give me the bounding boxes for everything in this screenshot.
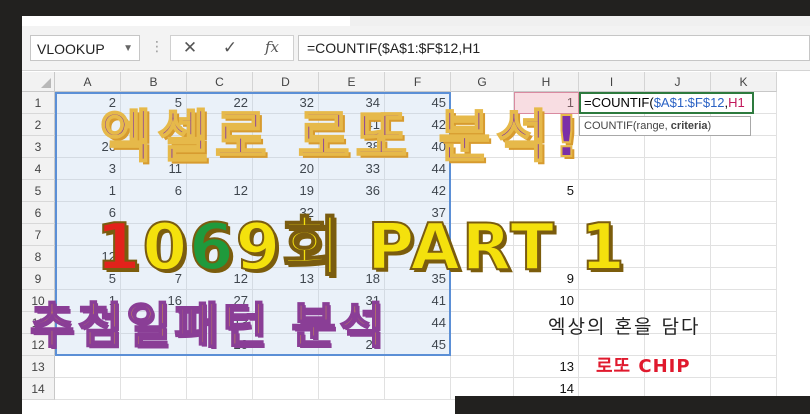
select-all-button[interactable] xyxy=(22,72,55,92)
row-header-2[interactable]: 2 xyxy=(22,114,55,136)
overlay-slogan: 엑상의 혼을 담다 xyxy=(548,316,701,338)
cell-b13[interactable] xyxy=(121,356,187,378)
column-header-g[interactable]: G xyxy=(451,72,514,92)
row-header-7[interactable]: 7 xyxy=(22,224,55,246)
insert-function-icon[interactable]: fx xyxy=(257,38,287,56)
cell-f12[interactable]: 45 xyxy=(385,334,451,356)
cancel-icon[interactable]: ✕ xyxy=(175,38,205,58)
cell-k8[interactable] xyxy=(711,246,777,268)
row-header-4[interactable]: 4 xyxy=(22,158,55,180)
cell-c13[interactable] xyxy=(187,356,253,378)
cell-d14[interactable] xyxy=(253,378,319,400)
more-options-icon[interactable]: ⋮ xyxy=(150,38,164,55)
name-box[interactable]: VLOOKUP ▼ xyxy=(30,35,140,61)
title-digit-9: 9 xyxy=(235,210,283,286)
formula-buttons: ✕ ✓ fx xyxy=(170,35,294,61)
cell-f10[interactable]: 41 xyxy=(385,290,451,312)
row-header-1[interactable]: 1 xyxy=(22,92,55,114)
column-header-i[interactable]: I xyxy=(579,72,645,92)
title-digit-0: 0 xyxy=(142,210,190,286)
formula-prefix: =COUNTIF( xyxy=(584,95,654,110)
title-line2-rest: 회 PART 1 xyxy=(281,210,627,286)
tooltip-start: COUNTIF(range, xyxy=(584,120,671,132)
row-header-14[interactable]: 14 xyxy=(22,378,55,400)
cell-j8[interactable] xyxy=(645,246,711,268)
column-header-h[interactable]: H xyxy=(514,72,579,92)
cell-f11[interactable]: 44 xyxy=(385,312,451,334)
cell-j9[interactable] xyxy=(645,268,711,290)
tooltip-end: ) xyxy=(707,120,712,132)
row-header-6[interactable]: 6 xyxy=(22,202,55,224)
cell-j10[interactable] xyxy=(645,290,711,312)
cell-i4[interactable] xyxy=(579,158,645,180)
cell-k5[interactable] xyxy=(711,180,777,202)
chevron-down-icon[interactable]: ▼ xyxy=(123,36,133,62)
cell-k10[interactable] xyxy=(711,290,777,312)
column-header-a[interactable]: A xyxy=(55,72,121,92)
cell-g10[interactable] xyxy=(451,290,514,312)
row-header-5[interactable]: 5 xyxy=(22,180,55,202)
cell-k12[interactable] xyxy=(711,334,777,356)
column-header-j[interactable]: J xyxy=(645,72,711,92)
cell-k6[interactable] xyxy=(711,202,777,224)
cell-k7[interactable] xyxy=(711,224,777,246)
column-header-e[interactable]: E xyxy=(319,72,385,92)
overlay-title-line3: 추첨일패턴 분석 xyxy=(29,297,388,355)
cell-d13[interactable] xyxy=(253,356,319,378)
cell-g11[interactable] xyxy=(451,312,514,334)
column-header-d[interactable]: D xyxy=(253,72,319,92)
function-tooltip: COUNTIF(range, criteria) xyxy=(579,116,751,136)
cell-j5[interactable] xyxy=(645,180,711,202)
name-box-value: VLOOKUP xyxy=(37,41,105,57)
cell-i3[interactable] xyxy=(579,136,645,158)
title-digit-1: 1 xyxy=(95,210,143,286)
overlay-title-line1: 엑셀로 로또 분석! xyxy=(99,104,586,171)
cell-f14[interactable] xyxy=(385,378,451,400)
cell-e13[interactable] xyxy=(319,356,385,378)
column-header-c[interactable]: C xyxy=(187,72,253,92)
title-digit-6: 6 xyxy=(188,210,236,286)
tooltip-bold: criteria xyxy=(670,120,708,132)
enter-icon[interactable]: ✓ xyxy=(215,38,245,58)
cell-k4[interactable] xyxy=(711,158,777,180)
window-top-strip xyxy=(350,16,810,26)
row-header-8[interactable]: 8 xyxy=(22,246,55,268)
overlay-title-line2: 1069회 PART 1 xyxy=(95,196,627,288)
formula-bar: VLOOKUP ▼ ⋮ ✕ ✓ fx =COUNTIF($A$1:$F$12,H… xyxy=(22,26,810,71)
cell-k13[interactable] xyxy=(711,356,777,378)
cell-i10[interactable] xyxy=(579,290,645,312)
cell-f13[interactable] xyxy=(385,356,451,378)
column-header-k[interactable]: K xyxy=(711,72,777,92)
cell-j6[interactable] xyxy=(645,202,711,224)
formula-input[interactable]: =COUNTIF($A$1:$F$12,H1 xyxy=(298,35,810,61)
cell-k3[interactable] xyxy=(711,136,777,158)
cell-g13[interactable] xyxy=(451,356,514,378)
cell-h10[interactable]: 10 xyxy=(514,290,579,312)
row-header-3[interactable]: 3 xyxy=(22,136,55,158)
cell-h13[interactable]: 13 xyxy=(514,356,579,378)
formula-range-ref: $A$1:$F$12 xyxy=(653,95,725,110)
cell-k9[interactable] xyxy=(711,268,777,290)
column-header-f[interactable]: F xyxy=(385,72,451,92)
cell-j3[interactable] xyxy=(645,136,711,158)
select-all-triangle-icon xyxy=(41,78,51,88)
row-header-13[interactable]: 13 xyxy=(22,356,55,378)
formula-cell-ref: H1 xyxy=(728,95,745,110)
cell-b14[interactable] xyxy=(121,378,187,400)
overlay-brand: 로또 CHIP xyxy=(596,356,691,377)
cell-a13[interactable] xyxy=(55,356,121,378)
cell-a14[interactable] xyxy=(55,378,121,400)
cell-g12[interactable] xyxy=(451,334,514,356)
cell-e14[interactable] xyxy=(319,378,385,400)
dark-frame-bottom xyxy=(455,396,810,414)
active-cell-i1[interactable]: =COUNTIF($A$1:$F$12,H1 xyxy=(579,92,754,114)
cell-k11[interactable] xyxy=(711,312,777,334)
cell-c14[interactable] xyxy=(187,378,253,400)
cell-j4[interactable] xyxy=(645,158,711,180)
column-header-b[interactable]: B xyxy=(121,72,187,92)
cell-j7[interactable] xyxy=(645,224,711,246)
